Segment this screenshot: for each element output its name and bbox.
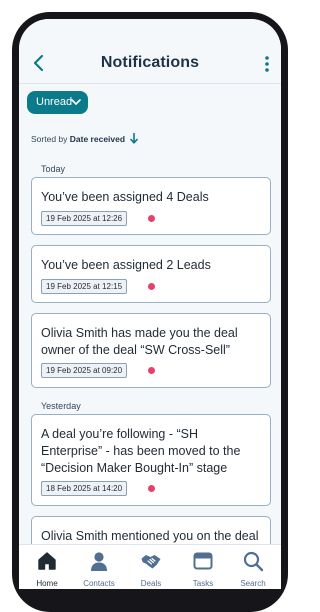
unread-filter-dropdown[interactable]: Unread xyxy=(27,91,88,114)
group-label-yesterday: Yesterday xyxy=(41,401,81,411)
sort-descending-icon[interactable] xyxy=(130,133,139,144)
sort-indicator: Sorted by Date received xyxy=(31,133,139,144)
tasks-icon xyxy=(193,552,213,570)
nav-item-search[interactable]: Search xyxy=(227,545,279,589)
unread-dot xyxy=(148,215,155,222)
unread-dot xyxy=(148,283,155,290)
notification-text: A deal you’re following - “SH Enterprise… xyxy=(41,427,241,475)
search-icon xyxy=(243,551,264,572)
nav-label: Contacts xyxy=(83,579,115,588)
contacts-icon xyxy=(91,552,107,571)
more-options-icon[interactable] xyxy=(261,55,273,73)
notification-card[interactable]: A deal you’re following - “SH Enterprise… xyxy=(31,414,271,506)
nav-label: Deals xyxy=(140,579,162,588)
notification-text: You’ve been assigned 4 Deals xyxy=(41,190,209,204)
nav-label: Tasks xyxy=(192,579,214,588)
nav-label: Home xyxy=(36,579,58,588)
app-header: Notifications xyxy=(19,19,281,84)
sort-field[interactable]: Date received xyxy=(70,134,125,144)
notification-date: 18 Feb 2025 at 14:20 xyxy=(41,481,128,496)
notification-date: 19 Feb 2025 at 12:15 xyxy=(41,279,128,294)
notification-card[interactable]: You’ve been assigned 2 Leads 19 Feb 2025… xyxy=(31,245,271,303)
filter-label: Unread xyxy=(36,96,73,108)
notification-text: Olivia Smith mentioned you on the deal xyxy=(41,529,259,543)
notification-text: Olivia Smith has made you the deal owner… xyxy=(41,326,238,357)
notification-card[interactable]: Olivia Smith has made you the deal owner… xyxy=(31,313,271,388)
sort-prefix: Sorted by xyxy=(31,134,68,144)
nav-label: Search xyxy=(240,579,266,588)
group-label-today: Today xyxy=(41,164,66,174)
notification-card[interactable]: You’ve been assigned 4 Deals 19 Feb 2025… xyxy=(31,177,271,235)
home-icon xyxy=(38,552,56,570)
notification-date: 19 Feb 2025 at 12:26 xyxy=(41,211,128,226)
unread-dot xyxy=(148,485,155,492)
nav-item-deals[interactable]: Deals xyxy=(125,545,177,589)
notification-text: You’ve been assigned 2 Leads xyxy=(41,258,211,272)
app-screen: Notifications Unread Sorted by Date rece… xyxy=(19,19,281,589)
nav-item-contacts[interactable]: Contacts xyxy=(73,545,125,589)
bottom-navigation: Home Contacts Deals Tasks Search xyxy=(19,544,281,589)
deals-icon xyxy=(141,555,161,569)
nav-item-tasks[interactable]: Tasks xyxy=(177,545,229,589)
page-title: Notifications xyxy=(100,54,200,71)
notification-date: 19 Feb 2025 at 09:20 xyxy=(41,363,128,378)
unread-dot xyxy=(148,367,155,374)
chevron-down-icon xyxy=(71,99,81,105)
nav-item-home[interactable]: Home xyxy=(21,545,73,589)
